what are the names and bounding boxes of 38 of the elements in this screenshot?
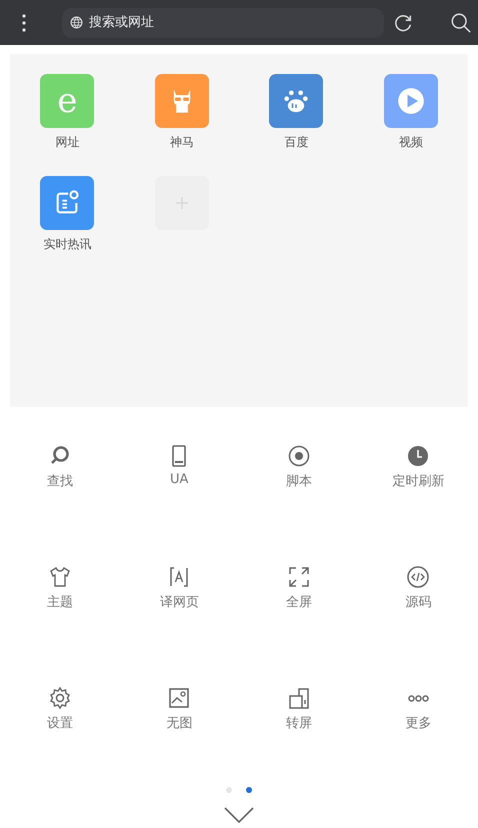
plus-icon xyxy=(174,195,190,211)
shortcut-tile[interactable] xyxy=(154,74,209,128)
menu-item[interactable]: 查找 xyxy=(0,444,120,565)
clock-icon xyxy=(406,444,430,468)
more-icon xyxy=(408,694,429,702)
shirt-icon xyxy=(48,565,72,589)
chevron-down-icon[interactable] xyxy=(224,807,254,823)
gear-icon xyxy=(48,686,72,710)
menu-item[interactable]: 转屏 xyxy=(239,686,358,807)
code-icon xyxy=(406,565,430,589)
shortcut-label: 百度 xyxy=(284,134,308,151)
screen-rotate-icon xyxy=(286,686,311,710)
shortcut-tile[interactable] xyxy=(40,176,94,230)
search-icon[interactable] xyxy=(450,12,472,34)
menu-item[interactable]: 无图 xyxy=(120,686,239,807)
shortcut-label: 网址 xyxy=(55,134,80,151)
menu-item[interactable]: 主题 xyxy=(0,565,120,686)
menu-item[interactable]: 脚本 xyxy=(239,444,358,565)
menu-item[interactable]: 定时刷新 xyxy=(358,444,478,565)
play-icon xyxy=(396,87,425,115)
menu-item[interactable]: 设置 xyxy=(0,686,120,807)
radio-icon xyxy=(286,444,311,468)
menu-item[interactable]: UA xyxy=(120,444,239,565)
image-icon xyxy=(167,686,192,710)
shortcut-tile[interactable] xyxy=(269,74,324,128)
menu-item[interactable]: 更多 xyxy=(358,686,478,807)
menu-item[interactable]: 全屏 xyxy=(239,565,358,686)
globe-icon xyxy=(70,16,83,29)
page-dot[interactable] xyxy=(246,787,252,793)
menu-item[interactable]: 译网页 xyxy=(120,565,239,686)
menu-item[interactable]: 源码 xyxy=(358,565,478,686)
shortcut-label: 神马 xyxy=(170,134,194,151)
fullscreen-icon xyxy=(286,565,311,589)
shortcut-label: 实时热讯 xyxy=(43,236,92,253)
shortcut-tile[interactable] xyxy=(384,74,438,128)
address-bar[interactable]: 搜索或网址 xyxy=(62,8,384,38)
shortcut-label: 视频 xyxy=(398,134,423,151)
page-dot[interactable] xyxy=(226,787,232,793)
